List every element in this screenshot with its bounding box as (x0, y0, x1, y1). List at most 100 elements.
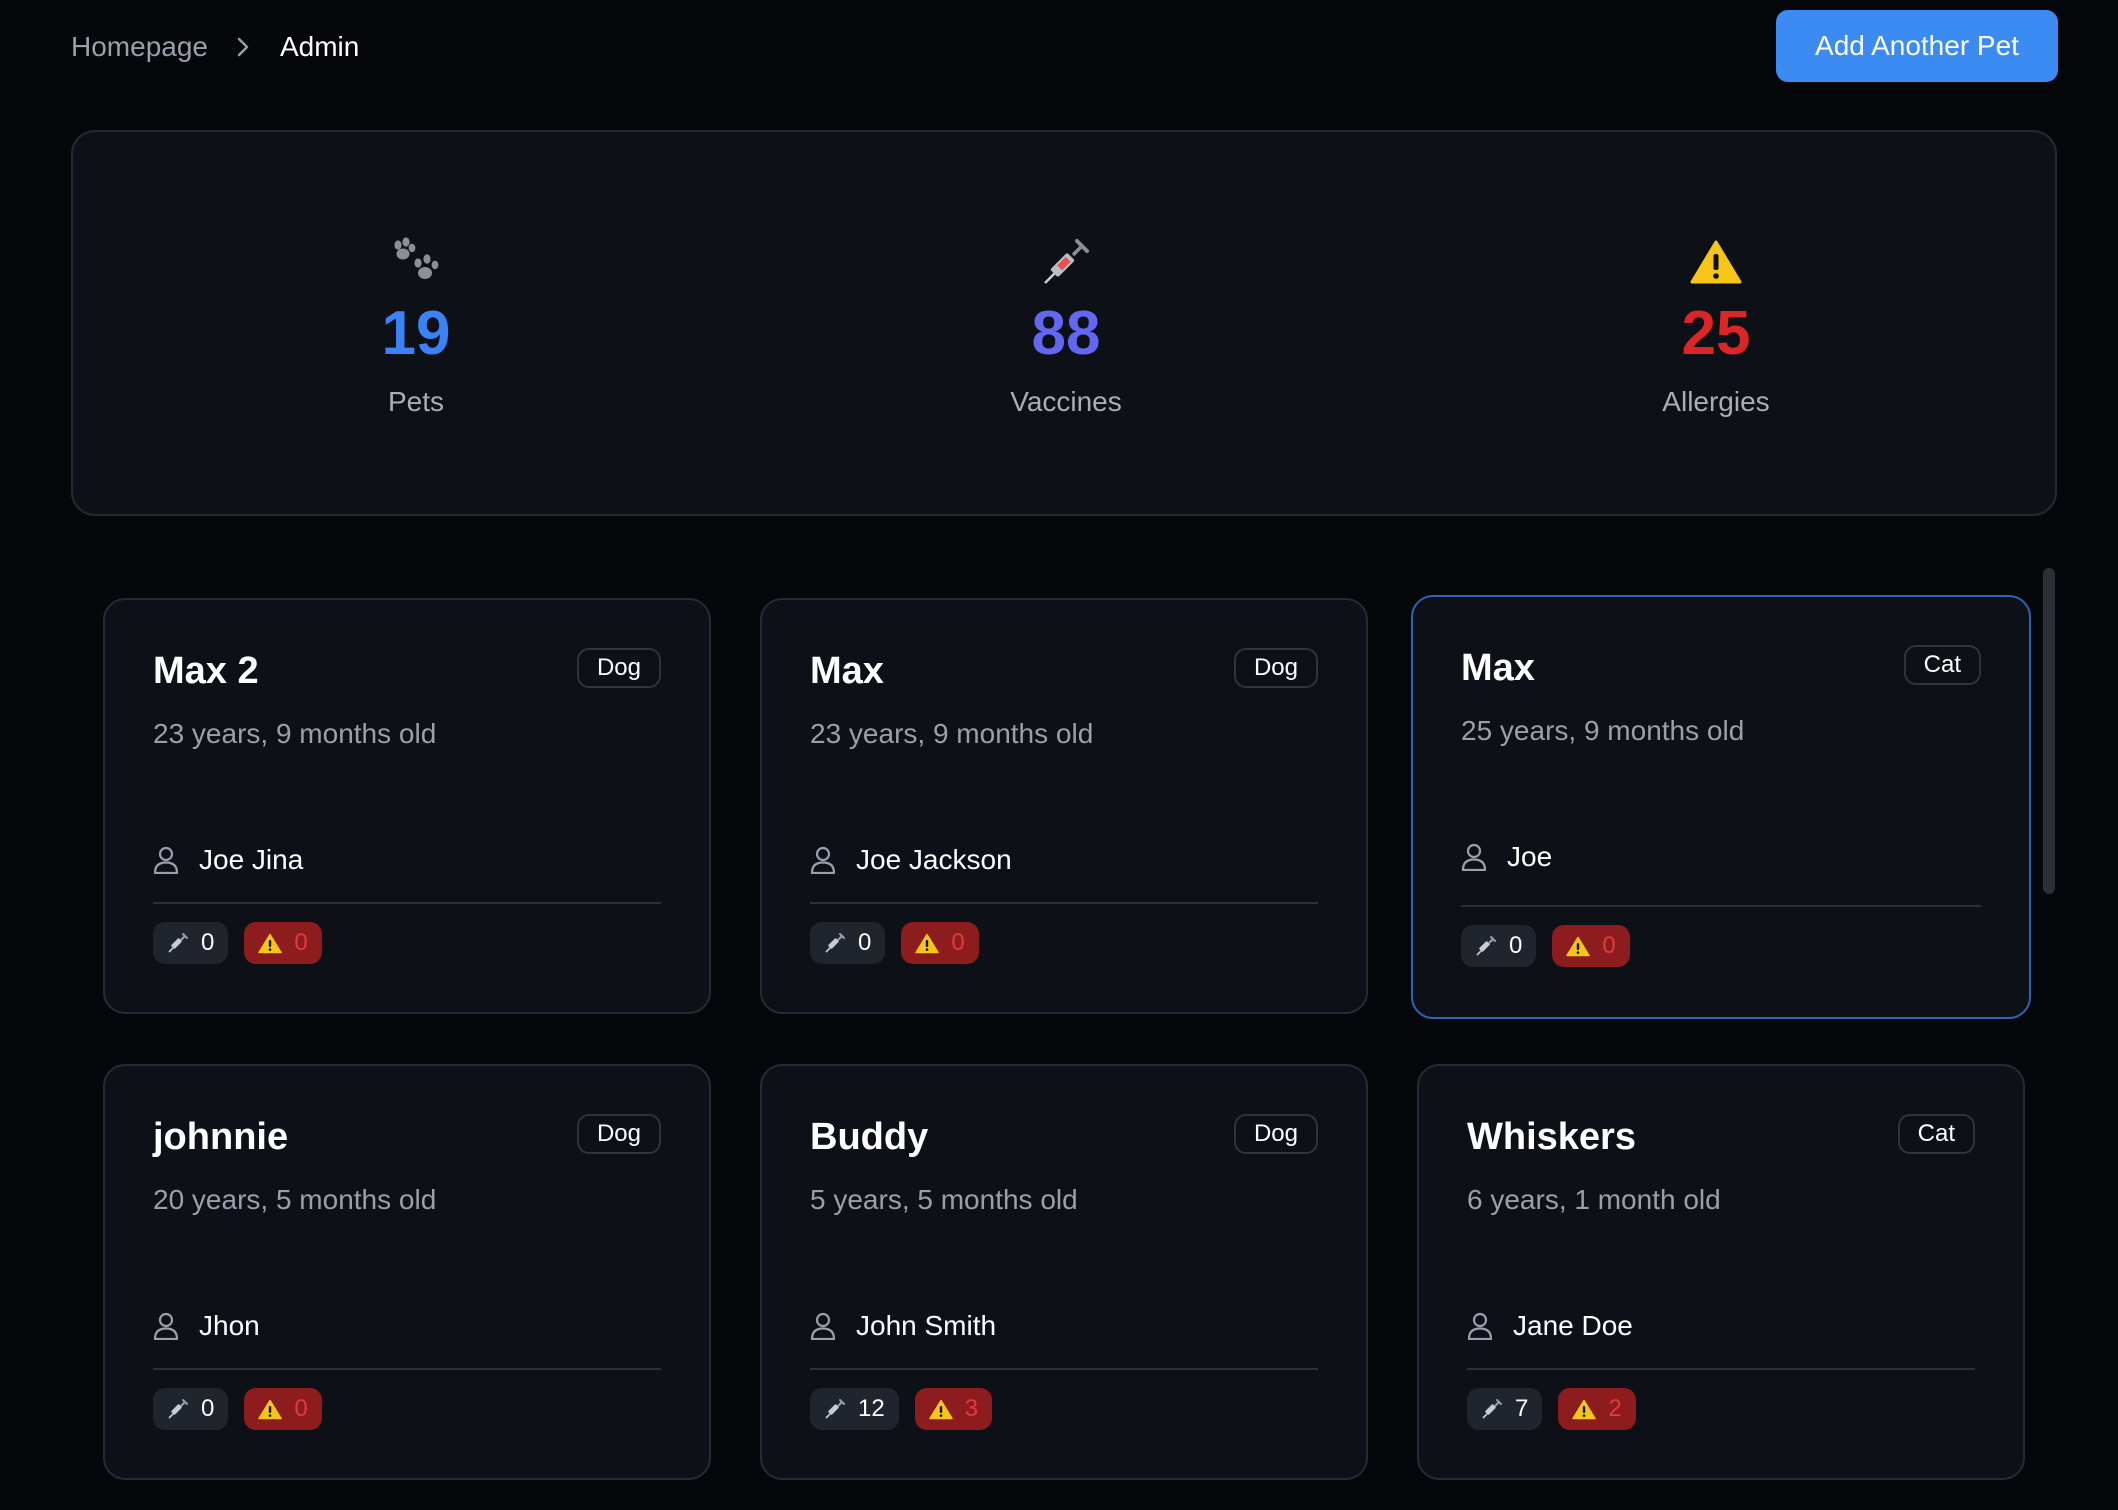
person-icon (1461, 843, 1487, 871)
pet-card[interactable]: Max 2 Dog 23 years, 9 months old Joe Jin… (103, 598, 711, 1014)
stats-panel: 19 Pets 88 Vaccines 25 Allergies (71, 130, 2057, 516)
vaccine-count: 0 (201, 1395, 215, 1422)
vaccine-count: 0 (201, 929, 215, 956)
pet-card[interactable]: Buddy Dog 5 years, 5 months old John Smi… (760, 1064, 1368, 1480)
paw-icon (216, 232, 616, 292)
divider (153, 1368, 661, 1370)
owner-name: Jhon (199, 1310, 260, 1341)
pet-name: johnnie (153, 1116, 289, 1158)
pet-card[interactable]: Max Dog 23 years, 9 months old Joe Jacks… (760, 598, 1368, 1014)
pet-stats: 0 0 (153, 1388, 322, 1430)
warning-icon (928, 1399, 953, 1420)
pet-card[interactable]: Whiskers Cat 6 years, 1 month old Jane D… (1417, 1064, 2025, 1480)
owner-name: Joe Jina (199, 844, 304, 875)
warning-icon (258, 933, 283, 954)
pet-age: 6 years, 1 month old (1467, 1184, 1721, 1215)
vaccine-count: 0 (1509, 932, 1523, 959)
allergy-count-pill: 0 (244, 1388, 322, 1430)
pet-type-badge: Dog (576, 1114, 661, 1154)
owner-row: Jane Doe (1467, 1310, 1633, 1342)
syringe-icon (824, 932, 846, 954)
owner-row: Joe Jina (153, 844, 303, 876)
allergy-count-pill: 0 (901, 922, 979, 964)
person-icon (810, 846, 836, 874)
pet-age: 23 years, 9 months old (810, 718, 1094, 749)
vaccine-count: 7 (1515, 1395, 1529, 1422)
allergies-count: 25 (1681, 299, 1751, 368)
pet-type-badge: Dog (576, 648, 661, 688)
pet-type-badge: Cat (1903, 645, 1981, 685)
admin-page: Homepage Admin Add Another Pet 19 Pets 8… (0, 0, 2118, 1510)
syringe-icon (866, 232, 1266, 292)
allergy-count: 2 (1608, 1395, 1622, 1422)
syringe-icon (167, 932, 189, 954)
vaccine-count-pill: 0 (810, 922, 886, 964)
pet-name: Whiskers (1467, 1116, 1636, 1158)
syringe-icon (824, 1398, 846, 1420)
divider (810, 902, 1318, 904)
owner-name: John Smith (856, 1310, 997, 1341)
pet-stats: 0 0 (810, 922, 979, 964)
pet-age: 23 years, 9 months old (153, 718, 437, 749)
breadcrumb: Homepage Admin (71, 26, 359, 68)
pet-age: 25 years, 9 months old (1461, 715, 1745, 746)
pet-type-badge: Cat (1897, 1114, 1975, 1154)
add-another-pet-button[interactable]: Add Another Pet (1776, 10, 2058, 82)
breadcrumb-current: Admin (279, 31, 360, 62)
pet-stats: 0 0 (153, 922, 322, 964)
vaccine-count: 12 (858, 1395, 885, 1422)
pet-card[interactable]: johnnie Dog 20 years, 5 months old Jhon … (103, 1064, 711, 1480)
pet-type-badge: Dog (1233, 648, 1318, 688)
vaccines-label: Vaccines (1010, 386, 1122, 417)
pet-name: Max (1461, 647, 1535, 689)
owner-row: Joe Jackson (810, 844, 1012, 876)
pet-name: Max 2 (153, 650, 259, 692)
stat-vaccines: 88 Vaccines (866, 132, 1266, 518)
warning-icon (915, 933, 940, 954)
allergies-label: Allergies (1662, 386, 1770, 417)
scrollbar-thumb[interactable] (2043, 568, 2055, 894)
person-icon (153, 1312, 179, 1340)
divider (153, 902, 661, 904)
vaccine-count-pill: 7 (1467, 1388, 1543, 1430)
allergy-count: 0 (1602, 932, 1616, 959)
pet-type-badge: Dog (1233, 1114, 1318, 1154)
warning-icon (1566, 936, 1591, 957)
pet-age: 20 years, 5 months old (153, 1184, 437, 1215)
owner-name: Joe Jackson (856, 844, 1012, 875)
vaccine-count-pill: 0 (153, 922, 229, 964)
pet-name: Buddy (810, 1116, 929, 1158)
divider (1461, 905, 1981, 907)
chevron-right-icon (236, 36, 250, 58)
warning-icon (258, 1399, 283, 1420)
owner-row: John Smith (810, 1310, 996, 1342)
allergy-count-pill: 0 (244, 922, 322, 964)
pet-card[interactable]: Max Cat 25 years, 9 months old Joe 0 0 (1411, 595, 2031, 1019)
owner-name: Jane Doe (1513, 1310, 1633, 1341)
vaccine-count-pill: 0 (153, 1388, 229, 1430)
syringe-icon (1475, 935, 1497, 957)
breadcrumb-home-link[interactable]: Homepage (71, 31, 208, 63)
person-icon (153, 846, 179, 874)
vaccine-count: 0 (858, 929, 872, 956)
divider (810, 1368, 1318, 1370)
allergy-count: 0 (951, 929, 965, 956)
person-icon (1467, 1312, 1493, 1340)
allergy-count: 0 (294, 929, 308, 956)
allergy-count: 0 (294, 1395, 308, 1422)
stat-pets: 19 Pets (216, 132, 616, 518)
vaccine-count-pill: 12 (810, 1388, 899, 1430)
vaccines-count: 88 (1031, 299, 1101, 368)
allergy-count-pill: 2 (1558, 1388, 1636, 1430)
syringe-icon (167, 1398, 189, 1420)
pet-age: 5 years, 5 months old (810, 1184, 1078, 1215)
warning-icon (1572, 1399, 1597, 1420)
divider (1467, 1368, 1975, 1370)
allergy-count-pill: 3 (914, 1388, 993, 1430)
syringe-icon (1481, 1398, 1503, 1420)
allergy-count-pill: 0 (1552, 925, 1630, 967)
stat-allergies: 25 Allergies (1516, 132, 1916, 518)
owner-row: Jhon (153, 1310, 260, 1342)
owner-name: Joe (1507, 841, 1553, 872)
pet-name: Max (810, 650, 884, 692)
